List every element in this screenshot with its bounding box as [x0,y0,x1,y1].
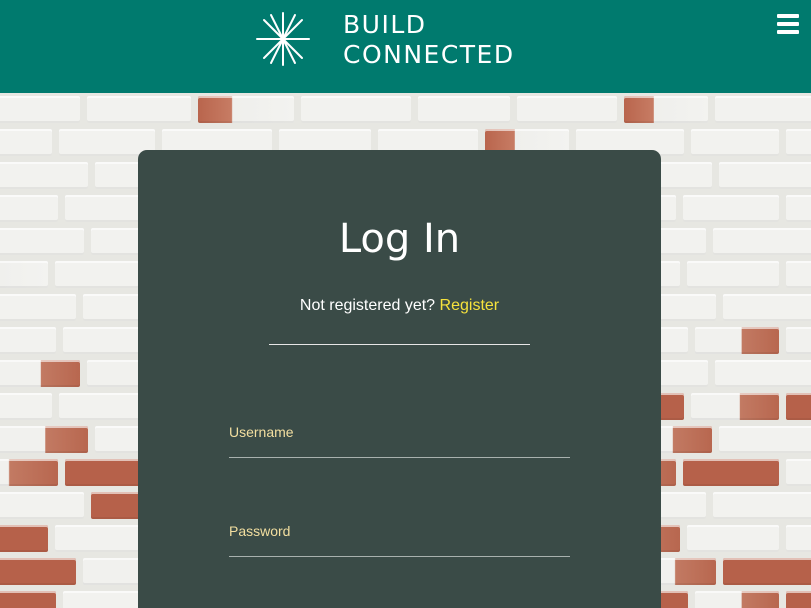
brick [0,294,76,321]
brick [0,162,88,189]
brick [301,96,411,123]
brick [723,558,811,585]
brick [719,426,811,453]
brick [786,591,811,608]
username-label: Username [229,424,294,440]
brick [55,261,139,288]
brick [0,360,80,387]
brick [55,525,139,552]
brick [0,393,52,420]
username-input[interactable] [229,444,570,458]
brick [713,492,811,519]
brick [715,96,811,123]
brick [683,459,779,486]
register-prompt: Not registered yet? Register [138,297,661,315]
password-label: Password [229,523,291,539]
brick [786,195,811,222]
brick [0,228,84,255]
username-field: Username [229,424,570,458]
brick [695,327,779,354]
brand-line-2: CONNECTED [343,40,515,69]
brick [683,195,779,222]
brick [695,591,779,608]
brick [0,492,84,519]
brick [687,261,779,288]
brick [786,525,811,552]
brick [87,96,191,123]
divider [269,344,530,345]
brick [0,327,56,354]
brick [0,459,58,486]
brick [0,261,48,288]
brick [723,294,811,321]
brick [786,129,811,156]
login-card: Log In Not registered yet? Register User… [138,150,661,608]
brick [0,591,56,608]
register-link[interactable]: Register [440,297,500,314]
brick [713,228,811,255]
brick [0,525,48,552]
brick [786,327,811,354]
brick [786,393,811,420]
brick [0,426,88,453]
brick [517,96,617,123]
brand-name[interactable]: BUILD CONNECTED [343,10,515,70]
brick [786,459,811,486]
brick [198,96,294,123]
page-title: Log In [338,216,461,262]
asterisk-star-logo-icon[interactable] [254,10,312,68]
brick [0,129,52,156]
password-field: Password [229,523,570,557]
brick [0,195,58,222]
brick [691,129,779,156]
brick [691,393,779,420]
brick [624,96,708,123]
brick [687,525,779,552]
brick [715,360,811,387]
brick [0,96,80,123]
register-prompt-text: Not registered yet? [299,297,436,314]
hamburger-menu-icon[interactable] [777,14,799,35]
site-header: BUILD CONNECTED [0,0,811,93]
brick [786,261,811,288]
brick [0,558,76,585]
password-input[interactable] [229,543,570,557]
brick [418,96,510,123]
brand-line-1: BUILD [343,10,427,39]
brick [719,162,811,189]
